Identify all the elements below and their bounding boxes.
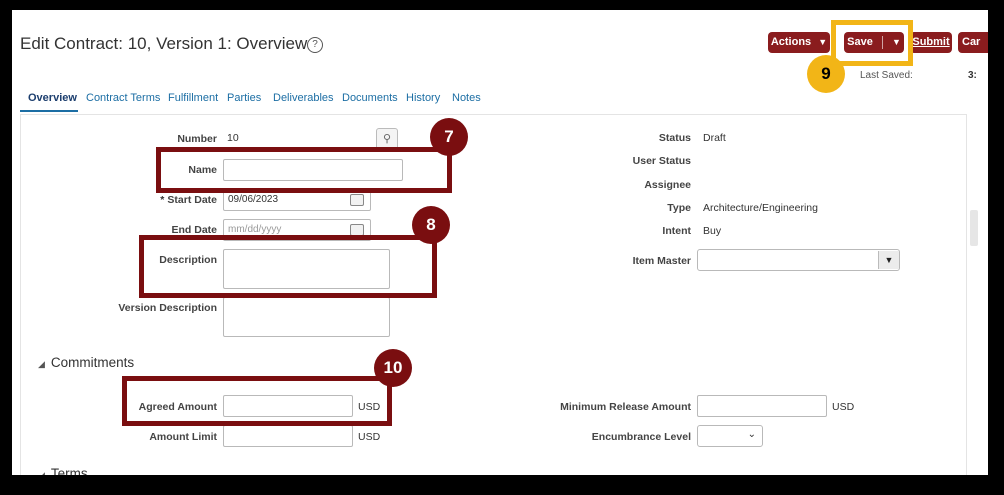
page-title: Edit Contract: 10, Version 1: Overview	[20, 34, 308, 53]
number-value: 10	[227, 132, 239, 144]
last-saved-value: 3:	[968, 70, 977, 81]
callout-badge-8: 8	[412, 206, 450, 244]
amount-limit-label: Amount Limit	[149, 431, 217, 443]
app-window: Edit Contract: 10, Version 1: Overview ?…	[12, 10, 988, 475]
number-label: Number	[177, 133, 217, 145]
version-description-textarea[interactable]	[223, 297, 390, 337]
intent-value: Buy	[703, 225, 722, 237]
callout-badge-10: 10	[374, 349, 412, 387]
type-label: Type	[667, 202, 691, 214]
active-tab-indicator	[20, 110, 78, 112]
actions-label: Actions	[770, 36, 812, 48]
encumbrance-label: Encumbrance Level	[591, 431, 691, 443]
min-release-currency: USD	[832, 401, 855, 413]
callout-badge-9: 9	[807, 55, 845, 93]
item-master-label: Item Master	[632, 255, 691, 267]
start-date-label-text: Start Date	[167, 194, 217, 206]
status-value: Draft	[703, 132, 726, 144]
actions-button[interactable]: Actions ▼	[768, 32, 830, 53]
last-saved-label: Last Saved:	[860, 70, 913, 81]
callout-box-agreed-amount	[122, 376, 392, 426]
commitments-title: Commitments	[50, 355, 135, 370]
min-release-label: Minimum Release Amount	[560, 401, 691, 413]
tab-documents[interactable]: Documents	[342, 92, 398, 104]
callout-box-name	[156, 147, 452, 193]
collapse-triangle-icon: ◢	[38, 470, 45, 475]
terms-title: Terms	[50, 466, 88, 475]
help-icon[interactable]: ?	[307, 37, 323, 53]
scrollbar-handle[interactable]	[970, 210, 978, 246]
calendar-icon[interactable]	[350, 194, 364, 206]
min-release-input[interactable]	[697, 395, 827, 417]
tab-notes[interactable]: Notes	[452, 92, 481, 104]
encumbrance-select[interactable]: ⌄	[697, 425, 763, 447]
type-value: Architecture/Engineering	[703, 202, 818, 214]
assignee-label: Assignee	[644, 179, 691, 191]
required-marker: *	[160, 194, 165, 206]
item-master-select[interactable]	[697, 249, 900, 271]
version-description-label: Version Description	[118, 302, 217, 314]
tab-fulfillment[interactable]: Fulfillment	[168, 92, 218, 104]
submit-button[interactable]: Submit	[910, 32, 952, 53]
user-status-label: User Status	[632, 155, 691, 167]
tab-parties[interactable]: Parties	[227, 92, 261, 104]
callout-box-save	[831, 20, 913, 66]
start-date-label: * Start Date	[160, 194, 217, 206]
chevron-down-icon: ⌄	[747, 429, 756, 440]
amount-limit-input[interactable]	[223, 425, 353, 447]
terms-section-header[interactable]: ◢ Terms	[38, 466, 88, 475]
tab-overview[interactable]: Overview	[28, 92, 77, 104]
tab-history[interactable]: History	[406, 92, 440, 104]
tab-contract-terms[interactable]: Contract Terms	[86, 92, 160, 104]
amount-limit-currency: USD	[358, 431, 381, 443]
callout-box-description	[139, 235, 437, 298]
chevron-down-icon[interactable]: ▼	[878, 251, 899, 269]
commitments-section-header[interactable]: ◢ Commitments	[38, 355, 134, 370]
collapse-triangle-icon: ◢	[38, 359, 45, 369]
chevron-down-icon: ▼	[818, 37, 828, 47]
callout-badge-7: 7	[430, 118, 468, 156]
status-label: Status	[658, 132, 691, 144]
intent-label: Intent	[662, 225, 691, 237]
tab-deliverables[interactable]: Deliverables	[273, 92, 334, 104]
cancel-button[interactable]: Car	[958, 32, 988, 53]
